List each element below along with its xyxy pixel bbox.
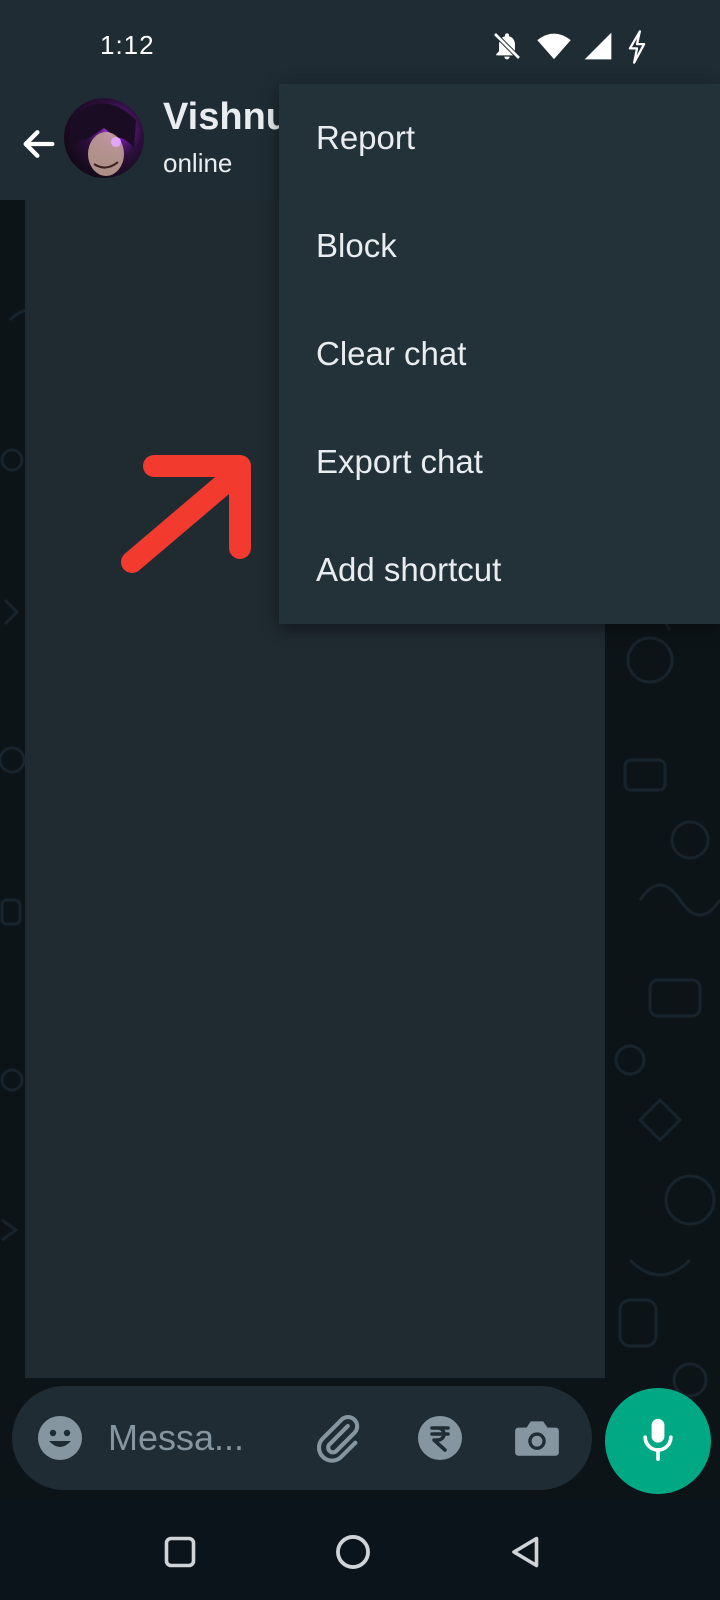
mic-button[interactable]: [605, 1388, 711, 1494]
recent-apps-button[interactable]: [156, 1530, 204, 1578]
home-button[interactable]: [329, 1530, 377, 1578]
wifi-icon: [536, 30, 572, 62]
attach-icon[interactable]: [312, 1412, 364, 1464]
recent-apps-icon: [162, 1534, 198, 1575]
menu-item-block[interactable]: Block: [279, 192, 720, 300]
back-nav-button[interactable]: [502, 1530, 550, 1578]
contact-status: online: [163, 148, 233, 178]
status-time: 1:12: [100, 30, 155, 60]
home-icon: [334, 1533, 372, 1576]
emoji-icon[interactable]: [36, 1414, 84, 1462]
battery-charging-icon: [626, 30, 648, 64]
notifications-off-icon: [491, 30, 523, 62]
avatar[interactable]: [64, 98, 144, 178]
message-input[interactable]: [108, 1404, 288, 1472]
back-button[interactable]: [14, 118, 64, 174]
system-nav-bar: [0, 1506, 720, 1600]
camera-icon[interactable]: [512, 1414, 562, 1462]
red-arrow-annotation: [110, 420, 270, 580]
status-bar: 1:12: [0, 0, 720, 96]
menu-item-report[interactable]: Report: [279, 84, 720, 192]
menu-item-export-chat[interactable]: Export chat: [279, 408, 720, 516]
menu-item-add-shortcut[interactable]: Add shortcut: [279, 516, 720, 624]
menu-item-clear-chat[interactable]: Clear chat: [279, 300, 720, 408]
contact-name[interactable]: Vishnu: [163, 96, 289, 139]
rupee-payment-icon[interactable]: [416, 1414, 464, 1462]
mic-icon: [636, 1415, 680, 1468]
back-icon: [508, 1533, 544, 1576]
cell-signal-icon: [582, 30, 614, 62]
overflow-menu: Report Block Clear chat Export chat Add …: [279, 84, 720, 624]
arrow-left-icon: [19, 124, 59, 169]
message-composer: [12, 1386, 592, 1490]
